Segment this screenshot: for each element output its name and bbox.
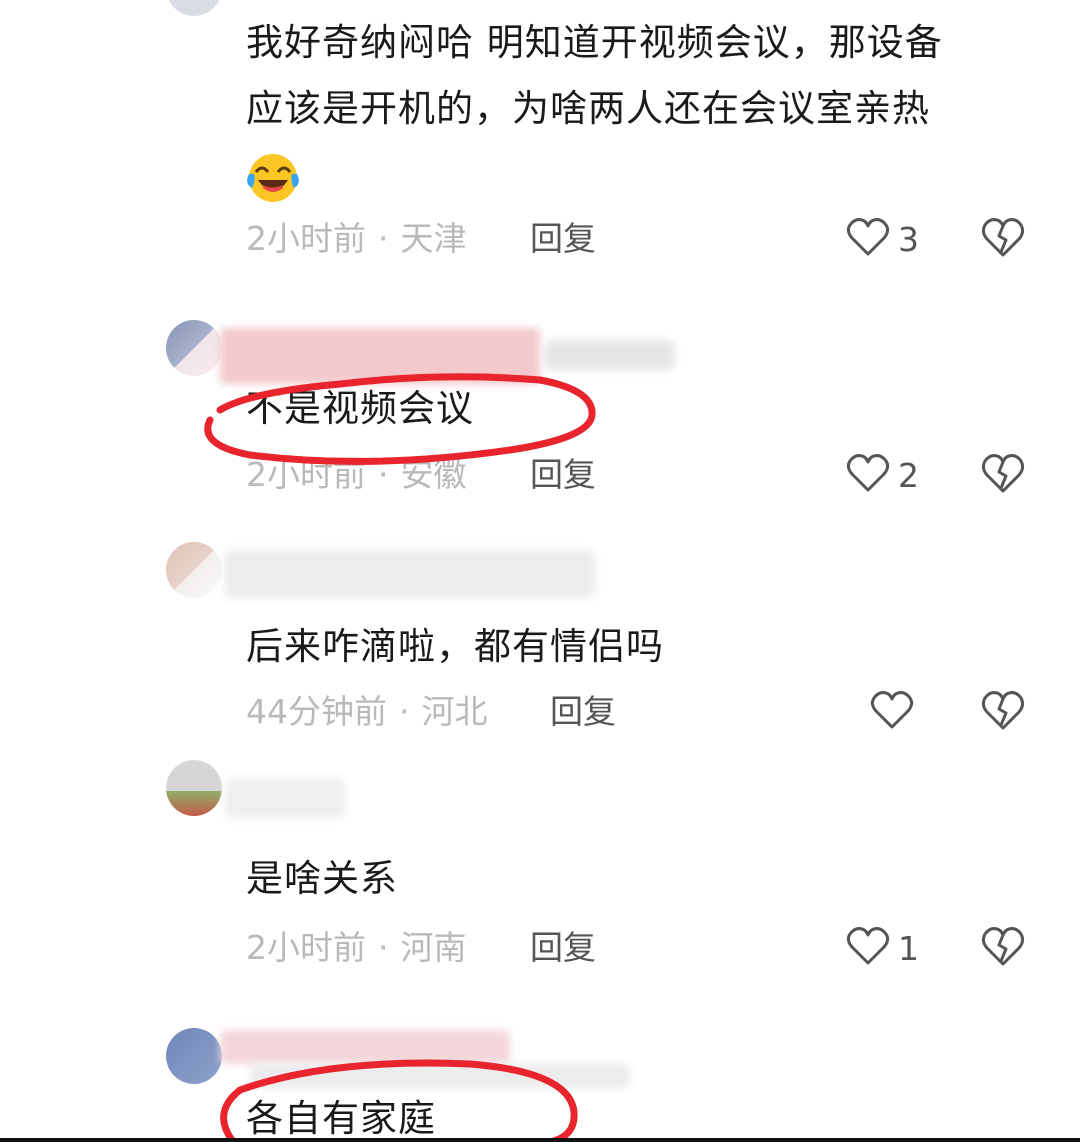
comment-text: 是啥关系 — [246, 857, 398, 900]
like-button[interactable]: 1 — [846, 923, 919, 973]
comment-location: 安徽 — [400, 455, 467, 494]
reply-button[interactable]: 回复 — [530, 214, 596, 264]
reply-button[interactable]: 回复 — [530, 450, 596, 500]
comment-time: 44分钟前 — [246, 692, 387, 731]
comment-meta: 44分钟前 · 河北 — [246, 687, 488, 737]
broken-heart-icon — [980, 691, 1026, 735]
comment-list: 我好奇纳闷哈 明知道开视频会议，那设备 应该是开机的，为啥两人还在会议室亲热 2… — [0, 0, 1080, 1142]
blurred-username-tail — [250, 1064, 630, 1088]
bottom-edge-bar — [0, 1138, 1080, 1142]
heart-outline-icon — [846, 453, 890, 497]
like-button[interactable]: 3 — [846, 214, 919, 264]
heart-outline-icon — [846, 926, 890, 970]
blurred-username — [225, 550, 595, 598]
comment-time: 2小时前 — [246, 219, 366, 258]
comment-text: 各自有家庭 — [246, 1097, 436, 1140]
broken-heart-icon — [980, 218, 1026, 262]
meta-separator: · — [378, 219, 389, 258]
like-button[interactable]: 2 — [846, 450, 919, 500]
comment-text: 我好奇纳闷哈 明知道开视频会议，那设备 应该是开机的，为啥两人还在会议室亲热 — [246, 10, 1026, 208]
comment-text: 不是视频会议 — [246, 387, 474, 430]
comment-location: 河北 — [421, 692, 488, 731]
comment-location: 天津 — [400, 219, 467, 258]
heart-outline-icon — [870, 690, 914, 734]
comment-text: 后来咋滴啦，都有情侣吗 — [246, 625, 664, 668]
heart-outline-icon — [846, 217, 890, 261]
comment-time: 2小时前 — [246, 455, 366, 494]
avatar[interactable] — [166, 1028, 222, 1084]
like-count: 1 — [898, 928, 919, 968]
comment-location: 河南 — [400, 928, 467, 967]
blurred-username — [225, 778, 345, 818]
like-button[interactable] — [870, 687, 922, 737]
blurred-username-tail — [545, 340, 675, 370]
reply-button[interactable]: 回复 — [550, 687, 616, 737]
avatar[interactable] — [166, 542, 222, 598]
avatar[interactable] — [166, 320, 222, 376]
avatar[interactable] — [166, 760, 222, 816]
dislike-button[interactable] — [980, 689, 1026, 735]
dislike-button[interactable] — [980, 452, 1026, 498]
meta-separator: · — [399, 692, 410, 731]
laughing-crying-emoji-icon — [246, 150, 300, 204]
meta-separator: · — [378, 928, 389, 967]
comment-time: 2小时前 — [246, 928, 366, 967]
broken-heart-icon — [980, 927, 1026, 971]
broken-heart-icon — [980, 454, 1026, 498]
like-count: 3 — [898, 219, 919, 259]
meta-separator: · — [378, 455, 389, 494]
comment-meta: 2小时前 · 安徽 — [246, 450, 467, 500]
avatar[interactable] — [166, 0, 222, 16]
comment-meta: 2小时前 · 河南 — [246, 923, 467, 973]
comment-meta: 2小时前 · 天津 — [246, 214, 467, 264]
dislike-button[interactable] — [980, 925, 1026, 971]
dislike-button[interactable] — [980, 216, 1026, 262]
like-count: 2 — [898, 455, 919, 495]
blurred-username — [220, 1030, 510, 1064]
reply-button[interactable]: 回复 — [530, 923, 596, 973]
